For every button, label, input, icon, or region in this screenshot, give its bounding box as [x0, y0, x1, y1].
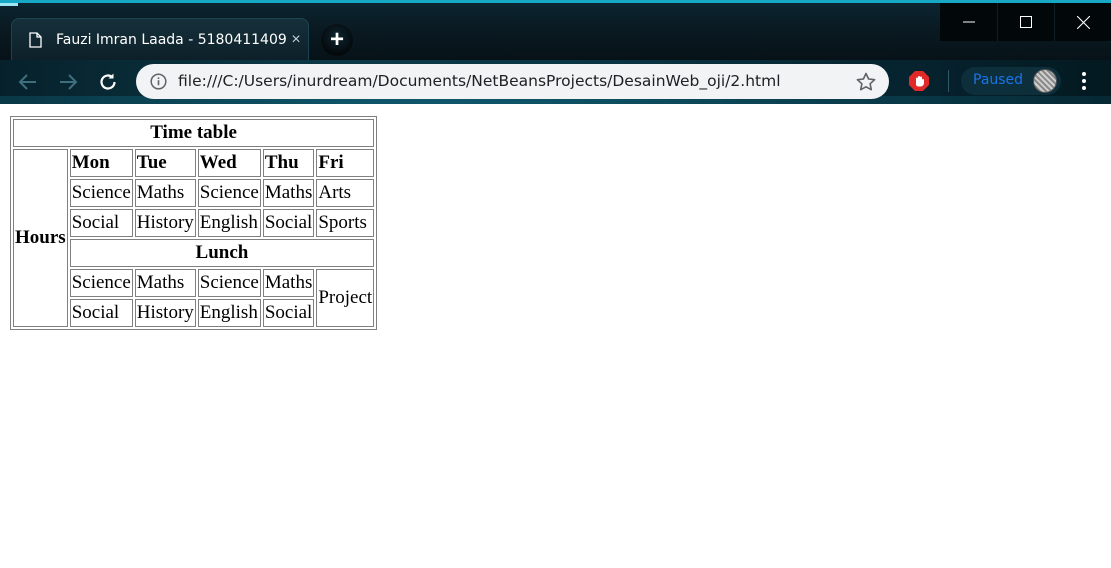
- browser-tab[interactable]: Fauzi Imran Laada - 5180411409 ×: [11, 18, 309, 60]
- table-cell: Science: [197, 269, 261, 297]
- day-header: Fri: [316, 149, 375, 177]
- document-icon: [29, 32, 42, 48]
- url-text[interactable]: file:///C:/Users/inurdream/Documents/Net…: [178, 72, 781, 90]
- table-cell: Social: [262, 209, 315, 237]
- table-cell: English: [197, 299, 261, 327]
- minimize-icon: [962, 21, 975, 23]
- new-tab-button[interactable]: +: [321, 24, 353, 56]
- lunch-header: Lunch: [69, 239, 375, 267]
- table-cell: Sports: [316, 209, 375, 237]
- toolbar-separator: [948, 70, 949, 92]
- hours-header: Hours: [13, 149, 68, 327]
- kebab-menu-icon[interactable]: [1077, 70, 1091, 92]
- table-cell: History: [134, 299, 196, 327]
- table-cell: Social: [69, 209, 133, 237]
- table-cell: English: [197, 209, 261, 237]
- table-cell: Maths: [262, 269, 315, 297]
- table-caption: Time table: [13, 119, 375, 147]
- table-cell: Arts: [316, 179, 375, 207]
- minimize-button[interactable]: [940, 3, 997, 41]
- bookmark-star-icon[interactable]: [855, 71, 877, 93]
- page-content: Time table Hours Mon Tue Wed Thu Fri Sci…: [0, 104, 1111, 568]
- day-header: Mon: [69, 149, 133, 177]
- table-cell: Social: [262, 299, 315, 327]
- table-cell: Maths: [134, 269, 196, 297]
- adblock-stop-icon[interactable]: [908, 70, 930, 92]
- title-bar: Fauzi Imran Laada - 5180411409 × +: [0, 0, 1111, 60]
- table-cell: Science: [69, 269, 133, 297]
- profile-status-label: Paused: [973, 72, 1024, 88]
- project-cell: Project: [316, 269, 375, 327]
- day-header: Tue: [134, 149, 196, 177]
- window-controls: [940, 3, 1111, 41]
- table-cell: History: [134, 209, 196, 237]
- tab-title: Fauzi Imran Laada - 5180411409: [56, 32, 287, 48]
- tab-close-icon[interactable]: ×: [287, 31, 305, 49]
- close-window-button[interactable]: [1054, 3, 1111, 41]
- close-icon: [1076, 15, 1090, 29]
- table-row: Time table: [13, 119, 375, 147]
- forward-arrow-icon[interactable]: [57, 71, 79, 93]
- table-cell: Maths: [262, 179, 315, 207]
- day-header: Thu: [262, 149, 315, 177]
- maximize-button[interactable]: [997, 3, 1054, 41]
- address-bar[interactable]: file:///C:/Users/inurdream/Documents/Net…: [136, 64, 889, 99]
- timetable: Time table Hours Mon Tue Wed Thu Fri Sci…: [10, 116, 378, 330]
- table-cell: Maths: [134, 179, 196, 207]
- back-arrow-icon[interactable]: [17, 71, 39, 93]
- title-bar-accent: [0, 3, 18, 6]
- day-header: Wed: [197, 149, 261, 177]
- avatar: [1033, 69, 1057, 93]
- info-icon[interactable]: [150, 73, 167, 90]
- table-row: Hours Mon Tue Wed Thu Fri: [13, 149, 375, 327]
- table-cell: Science: [197, 179, 261, 207]
- maximize-icon: [1020, 16, 1032, 28]
- reload-icon[interactable]: [97, 71, 119, 93]
- table-cell: Science: [69, 179, 133, 207]
- table-cell: Social: [69, 299, 133, 327]
- profile-button[interactable]: Paused: [961, 67, 1061, 95]
